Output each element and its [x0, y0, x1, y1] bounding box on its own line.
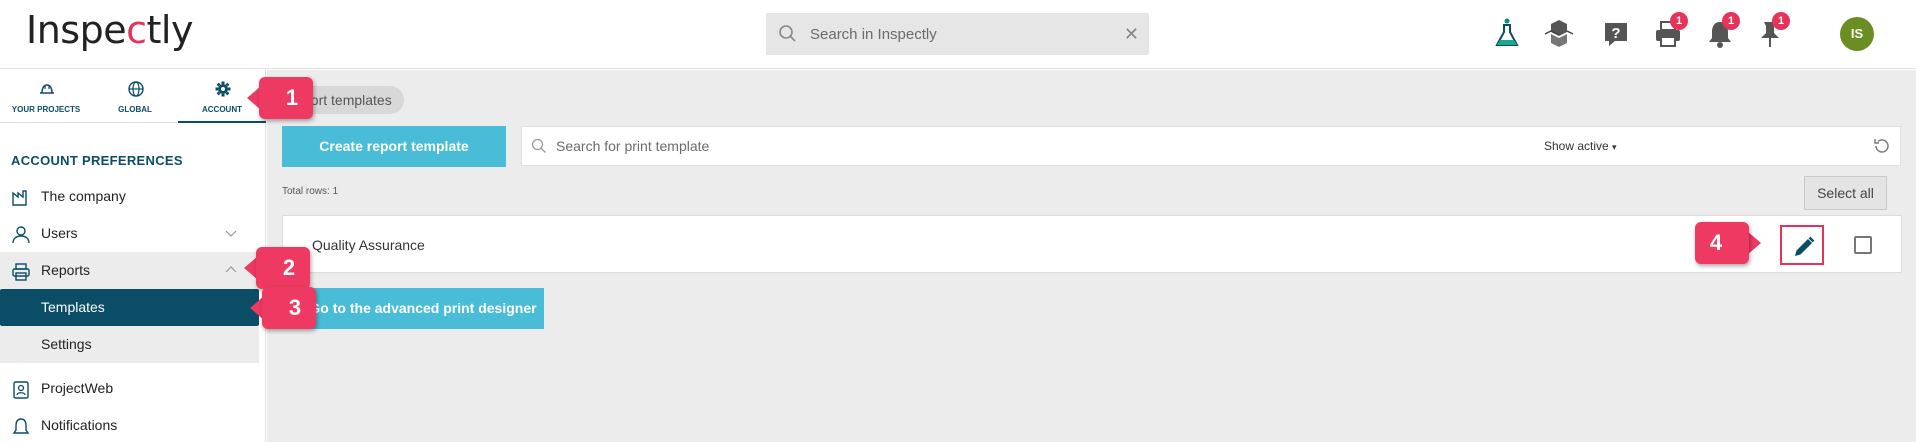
sidebar-item-label: The company	[41, 188, 126, 204]
sidebar-item-users[interactable]: Users	[0, 215, 259, 252]
printer-icon	[12, 263, 30, 281]
show-active-label: Show active	[1544, 139, 1609, 153]
show-active-dropdown[interactable]: Show active ▾	[1544, 127, 1644, 165]
factory-icon	[12, 190, 27, 206]
sidebar-tabs: YOUR PROJECTS GLOBAL ACCOUNT	[0, 70, 266, 123]
sidebar-item-reports[interactable]: Reports	[0, 252, 259, 289]
sidebar-item-the-company[interactable]: The company	[0, 178, 259, 215]
bell-icon[interactable]: 1	[1702, 12, 1740, 52]
callout-number: 4	[1695, 222, 1749, 264]
top-bar: Inspectly ✕ ? 1 1 1 IS	[0, 0, 1916, 69]
user-icon	[12, 226, 30, 244]
row-checkbox[interactable]	[1854, 236, 1872, 254]
global-search-input[interactable]	[810, 22, 1100, 46]
sidebar-item-label: Reports	[41, 262, 91, 278]
app-logo[interactable]: Inspectly	[26, 8, 193, 52]
callout-number: 3	[262, 287, 316, 329]
chevron-down-icon[interactable]	[223, 225, 239, 241]
avatar[interactable]: IS	[1840, 17, 1874, 51]
logo-mark: c	[126, 8, 147, 52]
print-template-search-input[interactable]	[556, 135, 1456, 157]
callout-1: 1	[247, 77, 313, 119]
tab-global[interactable]: GLOBAL	[91, 70, 179, 123]
sidebar-item-label: Users	[41, 225, 78, 241]
sidebar-subitem-label: Settings	[41, 336, 92, 352]
search-icon	[531, 138, 546, 153]
tab-label: YOUR PROJECTS	[11, 105, 81, 114]
global-search[interactable]: ✕	[766, 13, 1149, 55]
clear-icon[interactable]: ✕	[1124, 25, 1139, 43]
sidebar-item-notifications[interactable]: Notifications	[0, 407, 259, 442]
print-template-search: Show active ▾	[521, 126, 1901, 166]
sidebar-item-label: Notifications	[41, 417, 118, 433]
chevron-up-icon[interactable]	[223, 262, 239, 278]
create-report-template-button[interactable]: Create report template	[282, 126, 506, 167]
callout-number: 2	[256, 247, 310, 289]
edit-template-button[interactable]	[1780, 225, 1824, 265]
table-row[interactable]: Quality Assurance	[282, 215, 1902, 273]
globe-icon	[128, 81, 144, 97]
sidebar-item-label: ProjectWeb	[41, 380, 114, 396]
select-all-button[interactable]: Select all	[1804, 176, 1887, 210]
callout-number: 1	[259, 77, 313, 119]
svg-text:?: ?	[1611, 25, 1620, 42]
main-content: port templates Create report template Sh…	[267, 70, 1916, 442]
logo-text-end: tly	[146, 8, 194, 52]
bell-badge: 1	[1722, 12, 1740, 30]
gear-icon	[215, 81, 231, 97]
flask-icon[interactable]	[1489, 16, 1525, 52]
section-title: ACCOUNT PREFERENCES	[11, 153, 183, 168]
contact-card-icon	[13, 381, 29, 399]
helmet-icon	[40, 84, 54, 94]
tab-your-projects[interactable]: YOUR PROJECTS	[2, 70, 90, 123]
cubes-icon[interactable]	[1541, 16, 1577, 52]
total-rows: Total rows: 1	[282, 186, 339, 197]
logo-text: Inspe	[26, 8, 127, 52]
pin-badge: 1	[1772, 12, 1790, 30]
help-icon[interactable]: ?	[1598, 16, 1634, 52]
template-name: Quality Assurance	[312, 237, 425, 253]
search-icon	[779, 25, 796, 42]
callout-pointer	[1747, 231, 1761, 255]
bell-icon	[12, 418, 30, 434]
printer-icon[interactable]: 1	[1650, 12, 1688, 52]
refresh-icon[interactable]	[1872, 136, 1892, 156]
tab-label: GLOBAL	[118, 105, 152, 114]
sidebar-subitem-label: Templates	[41, 299, 105, 315]
callout-4: 4	[1695, 222, 1761, 264]
printer-badge: 1	[1670, 12, 1688, 30]
pin-icon[interactable]: 1	[1752, 12, 1790, 52]
callout-3: 3	[250, 287, 316, 329]
sidebar-subitem-templates[interactable]: Templates	[0, 289, 259, 326]
sidebar: YOUR PROJECTS GLOBAL ACCOUNT ACCOUNT PRE…	[0, 70, 266, 442]
callout-2: 2	[244, 247, 310, 289]
sidebar-subitem-settings[interactable]: Settings	[0, 326, 259, 363]
sidebar-item-projectweb[interactable]: ProjectWeb	[0, 370, 259, 407]
advanced-print-designer-button[interactable]: Go to the advanced print designer	[282, 288, 544, 329]
pencil-icon	[1795, 236, 1815, 256]
caret-down-icon: ▾	[1612, 142, 1617, 152]
